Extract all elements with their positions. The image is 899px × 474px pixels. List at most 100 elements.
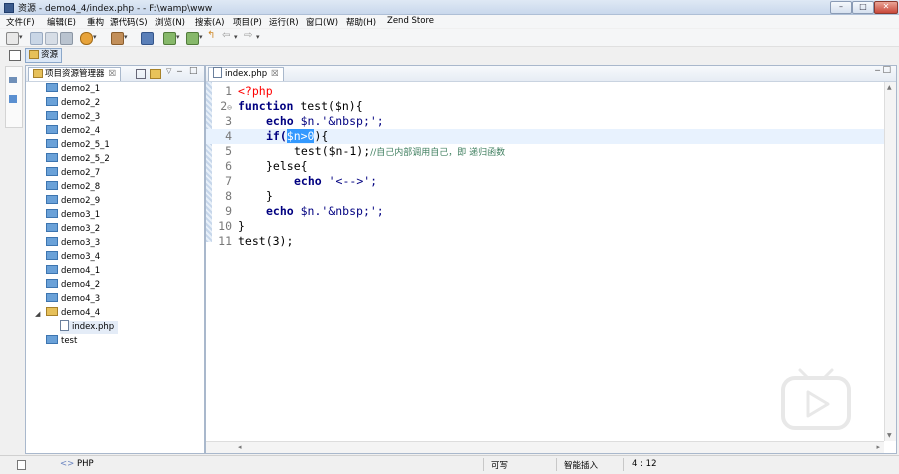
debug-icon[interactable] — [80, 32, 93, 45]
run-tool-icon[interactable] — [111, 32, 124, 45]
tab-index-php[interactable]: index.php ☒ — [208, 67, 284, 81]
tree-item[interactable]: demo3_1 — [46, 209, 100, 222]
scroll-left-icon[interactable]: ◂ — [238, 443, 242, 451]
menu-navigate[interactable]: 浏览(N) — [155, 16, 185, 28]
next-annotation-icon[interactable] — [186, 32, 199, 45]
dropdown-arrow-icon[interactable]: ▾ — [234, 33, 238, 41]
view-menu-icon[interactable]: ▽ — [166, 67, 171, 75]
close-icon[interactable]: ☒ — [271, 69, 279, 79]
code-text: '<-->'; — [321, 174, 378, 188]
scroll-right-icon[interactable]: ▸ — [876, 443, 880, 451]
dropdown-arrow-icon[interactable]: ▾ — [176, 33, 180, 41]
tree-item[interactable]: demo2_2 — [46, 97, 100, 110]
perspective-button[interactable]: 资源 — [25, 48, 63, 63]
menu-edit[interactable]: 编辑(E) — [47, 16, 76, 28]
menu-file[interactable]: 文件(F) — [6, 16, 35, 28]
language-label: PHP — [76, 459, 94, 469]
horizontal-scrollbar[interactable]: ◂ ▸ — [206, 441, 884, 453]
code-text: }else{ — [266, 159, 308, 173]
save-all-icon[interactable] — [45, 32, 58, 45]
last-edit-icon[interactable]: ↰ — [207, 30, 215, 41]
tree-item-file[interactable]: index.php — [60, 320, 119, 334]
link-editor-icon[interactable] — [150, 69, 161, 79]
minimize-view-icon[interactable]: ─ — [875, 66, 880, 75]
folder-icon — [46, 265, 58, 274]
folder-icon — [46, 97, 58, 106]
save-icon[interactable] — [30, 32, 43, 45]
maximize-button[interactable]: □ — [852, 1, 874, 14]
tree-item[interactable]: demo2_8 — [46, 181, 100, 194]
tree-item[interactable]: demo4_1 — [46, 265, 100, 278]
tree-item-label: demo4_3 — [61, 294, 101, 304]
expanded-arrow-icon[interactable]: ◢ — [35, 310, 40, 318]
open-perspective-icon[interactable] — [9, 50, 21, 61]
tree-item[interactable]: demo2_4 — [46, 125, 100, 138]
menu-window[interactable]: 窗口(W) — [306, 16, 338, 28]
folder-icon — [46, 153, 58, 162]
tree-item[interactable]: test — [46, 335, 77, 348]
tree-item[interactable]: demo3_2 — [46, 223, 100, 236]
folder-icon — [46, 335, 58, 344]
maximize-view-icon[interactable]: □ — [882, 65, 891, 75]
menu-run[interactable]: 运行(R) — [269, 16, 299, 28]
code-text: test($n-1); — [294, 144, 371, 158]
tree-item[interactable]: demo2_7 — [46, 167, 100, 180]
forward-icon[interactable]: ⇨ — [244, 30, 252, 41]
new-icon[interactable] — [6, 32, 19, 45]
hierarchy-icon[interactable] — [9, 95, 17, 103]
minimize-view-icon[interactable]: ─ — [177, 67, 182, 76]
menu-help[interactable]: 帮助(H) — [346, 16, 376, 28]
code-text: $n.'&nbsp;'; — [293, 204, 384, 218]
outline-icon[interactable] — [9, 77, 17, 83]
code-text: } — [238, 219, 245, 233]
code-comment: //自己内部调用自己，即 递归函数 — [370, 148, 506, 158]
tree-item-expanded[interactable]: demo4_4 — [46, 307, 100, 320]
menu-zend-store[interactable]: Zend Store — [387, 16, 434, 26]
code-line: 6}else{ — [225, 159, 308, 173]
tree-item[interactable]: demo2_5_2 — [46, 153, 110, 166]
dropdown-arrow-icon[interactable]: ▾ — [19, 33, 23, 41]
dropdown-arrow-icon[interactable]: ▾ — [124, 33, 128, 41]
close-icon[interactable]: ☒ — [109, 69, 117, 79]
tree-item[interactable]: demo2_5_1 — [46, 139, 110, 152]
close-button[interactable]: ✕ — [874, 1, 898, 14]
menu-project[interactable]: 项目(P) — [233, 16, 262, 28]
menu-bar: 文件(F) 编辑(E) 重构 源代码(S) 浏览(N) 搜索(A) 项目(P) … — [0, 15, 899, 28]
back-icon[interactable]: ⇦ — [222, 30, 230, 41]
maximize-view-icon[interactable]: □ — [189, 66, 198, 76]
tree-item[interactable]: demo2_9 — [46, 195, 100, 208]
tree-item[interactable]: demo2_1 — [46, 83, 100, 96]
project-folder-icon — [46, 307, 58, 316]
print-icon[interactable] — [60, 32, 73, 45]
fast-view-icon[interactable] — [17, 460, 26, 470]
collapse-all-icon[interactable] — [136, 69, 146, 79]
code-text: } — [266, 189, 273, 203]
vertical-scrollbar[interactable]: ▲ ▼ — [884, 82, 896, 441]
scroll-down-icon[interactable]: ▼ — [887, 432, 892, 439]
language-indicator: <> PHP — [60, 459, 94, 469]
menu-search[interactable]: 搜索(A) — [195, 16, 224, 28]
menu-refactor[interactable]: 重构 — [87, 16, 104, 28]
divider — [623, 458, 624, 471]
code-text: ){ — [314, 129, 329, 143]
scroll-up-icon[interactable]: ▲ — [887, 84, 892, 91]
open-type-icon[interactable] — [141, 32, 154, 45]
minimize-button[interactable]: – — [830, 1, 852, 14]
tree-item[interactable]: demo3_3 — [46, 237, 100, 250]
tab-project-explorer[interactable]: 项目资源管理器 ☒ — [28, 67, 122, 81]
tree-item[interactable]: demo4_2 — [46, 279, 100, 292]
tree-item[interactable]: demo3_4 — [46, 251, 100, 264]
tree-item-label: demo3_2 — [61, 224, 101, 234]
tree-item-label: demo4_4 — [61, 308, 101, 318]
dropdown-arrow-icon[interactable]: ▾ — [93, 33, 97, 41]
dropdown-arrow-icon[interactable]: ▾ — [256, 33, 260, 41]
play-watermark-icon — [781, 368, 851, 430]
code-keyword: echo — [266, 114, 294, 128]
code-line: 1 <?php — [225, 84, 273, 98]
menu-source[interactable]: 源代码(S) — [110, 16, 148, 28]
tree-item[interactable]: demo4_3 — [46, 293, 100, 306]
tree-item-label: demo3_1 — [61, 210, 101, 220]
annotation-icon[interactable] — [163, 32, 176, 45]
dropdown-arrow-icon[interactable]: ▾ — [199, 33, 203, 41]
tree-item[interactable]: demo2_3 — [46, 111, 100, 124]
